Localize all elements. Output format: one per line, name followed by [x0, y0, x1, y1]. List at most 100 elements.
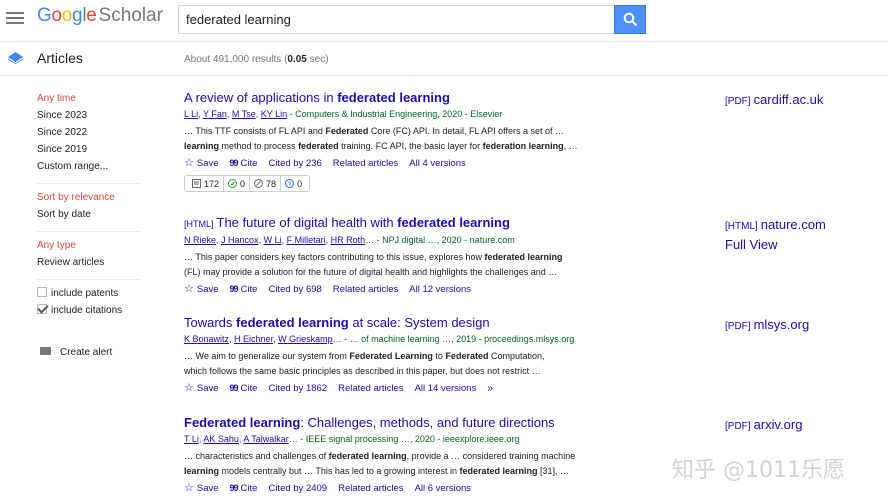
metric-badge[interactable]: 78	[250, 176, 282, 191]
author-link[interactable]: K Bonawitz	[184, 334, 229, 344]
filter-any-time[interactable]: Any time	[37, 90, 147, 107]
title-text: at scale: System design	[348, 315, 490, 330]
result-authors: T Li, AK Sahu, A Talwalkar… - IEEE signa…	[184, 434, 520, 444]
sort-by-relevance[interactable]: Sort by relevance	[37, 189, 147, 206]
related-articles-link[interactable]: Related articles	[333, 157, 398, 171]
author-link[interactable]: N Rieke	[184, 235, 216, 245]
full-text-link[interactable]: [PDF] cardiff.ac.uk	[725, 91, 823, 111]
watermark: 知乎 @1011乐愿	[672, 458, 845, 483]
author-link[interactable]: Y Fan	[203, 109, 227, 119]
file-type-tag: [PDF]	[725, 421, 751, 432]
title-highlight: federated learning	[337, 90, 450, 105]
full-text-site: arxiv.org	[753, 417, 803, 432]
metric-badge[interactable]: 172	[188, 176, 225, 191]
related-articles-link[interactable]: Related articles	[338, 482, 403, 496]
result-title-link[interactable]: A review of applications in federated le…	[184, 90, 714, 106]
cite-button[interactable]: 99 Cite	[230, 156, 258, 171]
result-actions: ☆ Save 99 Cite Cited by 2409 Related articles…	[184, 481, 714, 496]
article-metrics-badges[interactable]: 172 0 78 ? 0	[184, 175, 311, 192]
author-link[interactable]: T Li	[184, 434, 199, 444]
title-highlight: Federated learning	[184, 415, 301, 430]
save-button[interactable]: ☆ Save	[184, 156, 219, 171]
search-result: Federated learning: Challenges, methods,…	[184, 415, 714, 496]
google-scholar-logo[interactable]: Google Scholar	[37, 5, 163, 27]
cite-button[interactable]: 99 Cite	[230, 282, 258, 297]
title-text: : Challenges, methods, and future direct…	[300, 415, 555, 430]
logo-google-text: Google	[37, 5, 97, 26]
result-title-link[interactable]: Federated learning: Challenges, methods,…	[184, 415, 714, 431]
more-chevron-icon[interactable]: »	[487, 382, 493, 396]
all-versions-link[interactable]: All 4 versions	[409, 157, 466, 171]
author-link[interactable]: L Li	[184, 109, 198, 119]
divider	[37, 183, 140, 184]
result-snippet: … characteristics and challenges of fede…	[184, 449, 714, 479]
filter-since-2019[interactable]: Since 2019	[37, 141, 147, 158]
cited-by-link[interactable]: Cited by 2409	[268, 482, 327, 496]
author-link[interactable]: M Tse	[232, 109, 256, 119]
save-button[interactable]: ☆ Save	[184, 381, 219, 396]
search-result: A review of applications in federated le…	[184, 90, 714, 171]
author-link[interactable]: AK Sahu	[203, 434, 239, 444]
result-source: … - … of machine learning …, 2019 - proc…	[332, 334, 575, 344]
author-link[interactable]: W Li	[264, 235, 282, 245]
all-versions-link[interactable]: All 14 versions	[415, 382, 477, 396]
checkbox-unchecked-icon	[37, 287, 47, 297]
hamburger-menu-icon[interactable]	[6, 10, 24, 26]
metric-badge[interactable]: ? 0	[281, 176, 306, 191]
save-button[interactable]: ☆ Save	[184, 282, 219, 297]
cited-by-link[interactable]: Cited by 1862	[268, 382, 327, 396]
search-result: Towards federated learning at scale: Sys…	[184, 315, 714, 396]
result-source: - Computers & Industrial Engineering, 20…	[287, 109, 503, 119]
logo-scholar-text: Scholar	[98, 5, 163, 26]
create-alert-label: Create alert	[60, 347, 113, 358]
title-text: The future of digital health with	[216, 215, 398, 230]
all-versions-link[interactable]: All 6 versions	[415, 482, 472, 496]
full-text-link[interactable]: [PDF] arxiv.org	[725, 416, 802, 436]
filter-since-2022[interactable]: Since 2022	[37, 124, 147, 141]
result-source: … - NPJ digital …, 2020 - nature.com	[365, 235, 515, 245]
file-type-tag: [PDF]	[725, 321, 751, 332]
related-articles-link[interactable]: Related articles	[333, 283, 398, 297]
cite-label: Cite	[240, 483, 258, 494]
filter-any-type[interactable]: Any type	[37, 237, 147, 254]
cite-label: Cite	[240, 284, 258, 295]
author-link[interactable]: KY Lin	[261, 109, 287, 119]
full-view-link[interactable]: Full View	[725, 236, 826, 254]
search-button[interactable]	[614, 5, 646, 34]
author-link[interactable]: A Talwalkar	[243, 434, 288, 444]
top-bar: Google Scholar	[0, 0, 888, 42]
create-alert-link[interactable]: Create alert	[40, 347, 112, 358]
author-link[interactable]: HR Roth	[331, 235, 366, 245]
related-articles-link[interactable]: Related articles	[338, 382, 403, 396]
search-input[interactable]	[178, 5, 615, 34]
result-title-link[interactable]: Towards federated learning at scale: Sys…	[184, 315, 714, 331]
cite-button[interactable]: 99 Cite	[230, 481, 258, 496]
include-patents-checkbox[interactable]: include patents	[37, 285, 147, 302]
quote-icon: 99	[229, 483, 239, 493]
full-text-link[interactable]: [HTML] nature.com Full View	[725, 216, 826, 254]
snippet-line: learning method to process federated tra…	[184, 141, 578, 151]
result-authors: N Rieke, J Hancox, W Li, F Milletari, HR…	[184, 235, 515, 245]
full-text-site: nature.com	[760, 217, 826, 232]
filter-review-articles[interactable]: Review articles	[37, 254, 147, 271]
filter-custom-range[interactable]: Custom range...	[37, 158, 147, 175]
cited-by-link[interactable]: Cited by 698	[268, 283, 321, 297]
full-text-link[interactable]: [PDF] mlsys.org	[725, 316, 809, 336]
search-icon	[623, 12, 638, 27]
author-link[interactable]: F Milletari	[287, 235, 326, 245]
author-link[interactable]: H Eichner	[234, 334, 273, 344]
result-title-link[interactable]: [HTML] The future of digital health with …	[184, 215, 714, 232]
save-button[interactable]: ☆ Save	[184, 481, 219, 496]
cite-button[interactable]: 99 Cite	[230, 381, 258, 396]
quote-icon: 99	[229, 383, 239, 393]
all-versions-link[interactable]: All 12 versions	[409, 283, 471, 297]
author-link[interactable]: J Hancox	[221, 235, 259, 245]
metric-badge[interactable]: 0	[224, 176, 251, 191]
sort-by-date[interactable]: Sort by date	[37, 206, 147, 223]
filter-since-2023[interactable]: Since 2023	[37, 107, 147, 124]
cited-by-link[interactable]: Cited by 236	[268, 157, 321, 171]
author-link[interactable]: W Grieskamp	[278, 334, 333, 344]
include-citations-checkbox[interactable]: include citations	[37, 302, 147, 319]
save-label: Save	[196, 383, 219, 394]
result-authors: K Bonawitz, H Eichner, W Grieskamp… - … …	[184, 334, 575, 344]
